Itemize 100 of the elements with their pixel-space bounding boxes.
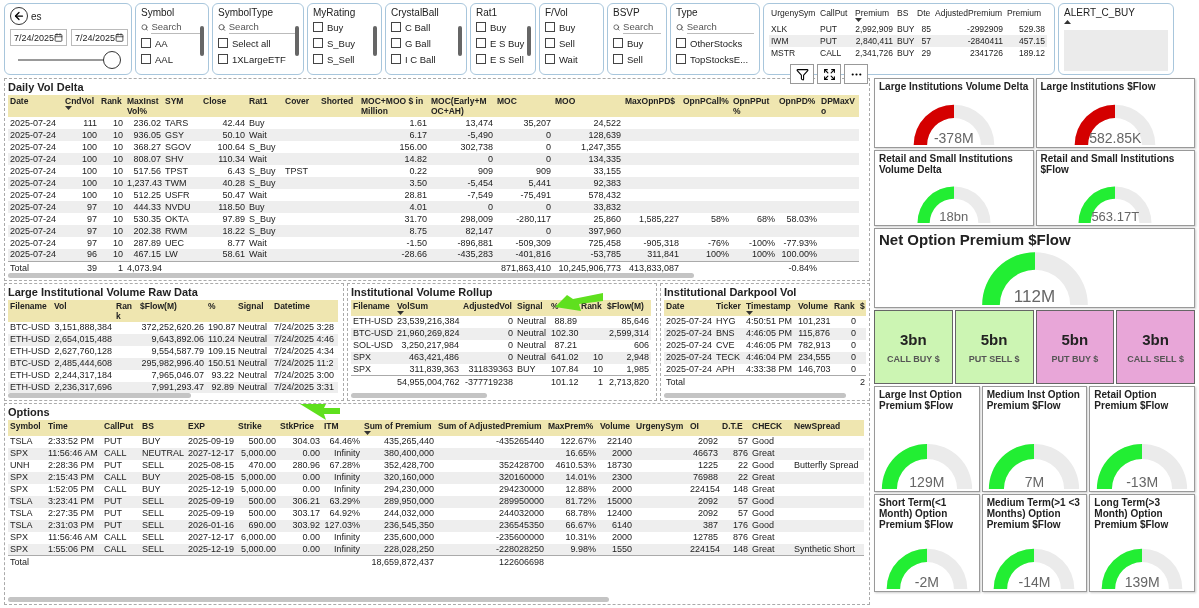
column-header[interactable]: Time	[46, 419, 102, 436]
checkbox[interactable]	[613, 54, 623, 64]
checkbox[interactable]	[676, 54, 686, 64]
column-header[interactable]: Rank	[832, 299, 858, 316]
column-header[interactable]: SYM	[163, 95, 201, 117]
back-button[interactable]	[10, 7, 28, 25]
column-header[interactable]: ITM	[322, 419, 362, 436]
table-cell: 311839363	[461, 363, 515, 376]
column-header[interactable]: Rank	[114, 299, 138, 322]
column-header[interactable]: Filename	[8, 299, 52, 322]
slider-thumb[interactable]	[103, 51, 121, 69]
column-header[interactable]: MaxPrem%	[546, 419, 598, 436]
column-header[interactable]: EXP	[186, 419, 236, 436]
checkbox[interactable]	[545, 54, 555, 64]
column-header[interactable]: BS	[140, 419, 186, 436]
scrollbar[interactable]	[351, 392, 487, 398]
column-header[interactable]: Date	[8, 95, 63, 117]
column-header[interactable]: $Flow(M)	[605, 299, 651, 316]
column-header[interactable]: MaxInst Vol%	[125, 95, 163, 117]
arrow-drawing	[300, 404, 340, 420]
checkbox[interactable]	[391, 54, 401, 64]
column-header[interactable]: OpnPD%	[777, 95, 819, 117]
column-header[interactable]: Cover	[283, 95, 319, 117]
column-header[interactable]: NewSpread	[792, 419, 864, 436]
column-header[interactable]: OpnPCall%	[681, 95, 731, 117]
checkbox[interactable]	[391, 38, 401, 48]
checkbox[interactable]	[613, 38, 623, 48]
column-header[interactable]: $Flow(M)	[138, 299, 206, 322]
scrollbar[interactable]	[200, 26, 204, 56]
column-header[interactable]: CHECK	[750, 419, 792, 436]
column-header[interactable]: Volume	[598, 419, 634, 436]
column-header[interactable]: DPMaxVo	[819, 95, 859, 117]
column-header[interactable]: Ticker	[714, 299, 744, 316]
scrollbar[interactable]	[8, 597, 609, 602]
column-header[interactable]: VolSum	[395, 299, 461, 316]
column-header[interactable]: MOC	[495, 95, 553, 117]
scrollbar[interactable]	[8, 392, 191, 398]
checkbox[interactable]	[545, 22, 555, 32]
filter-button[interactable]	[790, 64, 814, 84]
column-header[interactable]: CallPut	[102, 419, 140, 436]
checkbox[interactable]	[476, 38, 486, 48]
table-cell: 236545350	[436, 519, 546, 532]
column-header[interactable]: Rat1	[247, 95, 283, 117]
gauge-title: Retail and Small Institutions $Flow	[1040, 153, 1176, 175]
checkbox[interactable]	[141, 38, 151, 48]
scrollbar[interactable]	[664, 392, 846, 398]
column-header[interactable]: Shorted	[319, 95, 359, 117]
slicer-title: Rat1	[476, 7, 499, 18]
column-header[interactable]: UrgenySym	[634, 419, 688, 436]
column-header[interactable]: Strike	[236, 419, 278, 436]
column-header[interactable]: MOC+MOO $ in Million	[359, 95, 429, 117]
column-header[interactable]: OpnPPut%	[731, 95, 777, 117]
column-header[interactable]: MOO	[553, 95, 623, 117]
column-header[interactable]: Date	[664, 299, 714, 316]
column-header[interactable]: MaxOpnPD$	[623, 95, 681, 117]
checkbox[interactable]	[545, 38, 555, 48]
column-header[interactable]: Signal	[515, 299, 549, 316]
checkbox[interactable]	[476, 54, 486, 64]
checkbox[interactable]	[476, 22, 486, 32]
column-header[interactable]: AdjustedVol	[461, 299, 515, 316]
date-field[interactable]: 7/24/2025	[10, 29, 68, 46]
column-header[interactable]: Sum of AdjustedPremium	[436, 419, 546, 436]
column-header[interactable]: Datetime	[272, 299, 338, 322]
search-field[interactable]: Search	[686, 20, 754, 34]
focus-button[interactable]	[817, 64, 841, 84]
checkbox[interactable]	[141, 54, 151, 64]
column-header[interactable]: Rank	[99, 95, 125, 117]
column-header[interactable]: D.T.E	[720, 419, 750, 436]
column-header[interactable]: CndVol	[63, 95, 99, 117]
scrollbar[interactable]	[458, 26, 462, 56]
checkbox[interactable]	[218, 54, 228, 64]
table-cell: 641.02	[549, 351, 579, 364]
column-header[interactable]: Symbol	[8, 419, 46, 436]
scrollbar[interactable]	[8, 272, 695, 278]
column-header[interactable]: StkPrice	[278, 419, 322, 436]
scrollbar[interactable]	[295, 26, 299, 56]
column-header[interactable]: MOC(Early+MOC+AH)	[429, 95, 495, 117]
table-cell: Wait	[247, 249, 283, 261]
column-header[interactable]: Vol	[52, 299, 114, 322]
scrollbar[interactable]	[527, 26, 531, 56]
scrollbar[interactable]	[373, 26, 377, 56]
table-cell: 3,250,217,984	[395, 339, 461, 352]
column-header[interactable]: Timestamp	[744, 299, 796, 316]
checkbox[interactable]	[313, 54, 323, 64]
date-field[interactable]: 7/24/2025	[71, 29, 129, 46]
checkbox[interactable]	[313, 22, 323, 32]
checkbox[interactable]	[391, 22, 401, 32]
column-header[interactable]: Sum of Premium	[362, 419, 436, 436]
checkbox[interactable]	[676, 38, 686, 48]
column-header[interactable]: Close	[201, 95, 247, 117]
checkbox[interactable]	[313, 38, 323, 48]
search-field[interactable]: Search	[623, 20, 661, 34]
table-cell: Neutral	[236, 381, 272, 393]
column-header[interactable]: %	[206, 299, 236, 322]
column-header[interactable]: Signal	[236, 299, 272, 322]
column-header[interactable]: $	[858, 299, 866, 316]
column-header[interactable]: Filename	[351, 299, 395, 316]
column-header[interactable]: OI	[688, 419, 720, 436]
column-header[interactable]: Volume	[796, 299, 832, 316]
checkbox[interactable]	[218, 38, 228, 48]
